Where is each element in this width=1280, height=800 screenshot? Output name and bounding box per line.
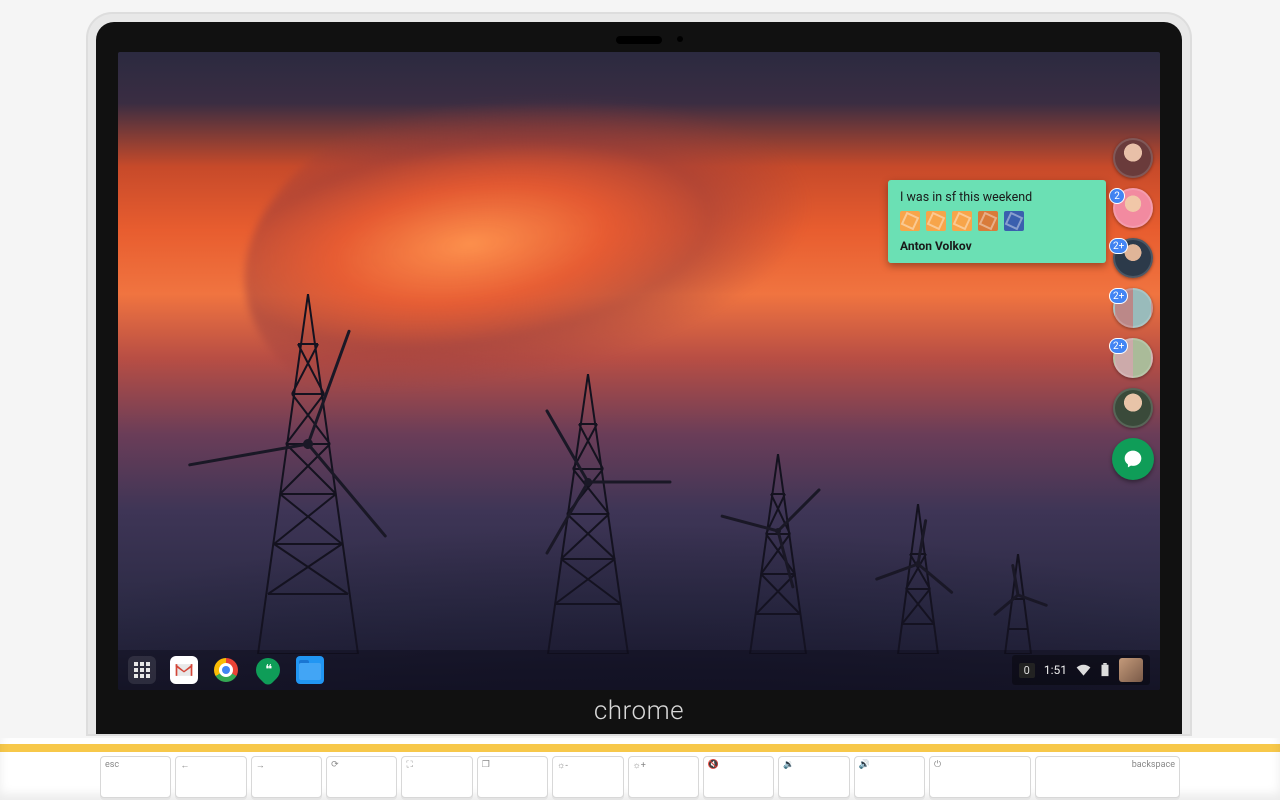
laptop-frame: I was in sf this weekend Anton Volkov 2 … [88,14,1190,734]
webcam-led-icon [677,36,683,42]
key-forward: → [251,756,322,798]
attachment-thumb-icon [926,211,946,231]
key-refresh: ⟳ [326,756,397,798]
chat-head-contact[interactable]: 2 [1113,188,1153,228]
key-power: ⏻ [929,756,1031,798]
laptop-bezel: I was in sf this weekend Anton Volkov 2 … [96,22,1182,734]
chat-head-group[interactable]: 2+ [1113,338,1153,378]
unread-badge: 2+ [1109,238,1128,254]
files-app-button[interactable] [296,656,324,684]
hangouts-icon: ❝ [251,653,285,687]
gmail-app-button[interactable] [170,656,198,684]
chat-head-contact[interactable] [1113,138,1153,178]
key-brightness-down: ☼- [552,756,623,798]
unread-badge: 2 [1109,188,1125,204]
key-vol-up: 🔊 [854,756,925,798]
chat-head-contact[interactable] [1113,388,1153,428]
hangouts-notification[interactable]: I was in sf this weekend Anton Volkov [888,180,1106,263]
chat-head-group[interactable]: 2+ [1113,288,1153,328]
key-back: ← [175,756,246,798]
desktop-screen[interactable]: I was in sf this weekend Anton Volkov 2 … [118,52,1160,690]
wifi-icon [1076,664,1091,676]
apps-grid-icon [134,662,150,678]
attachment-thumb-icon [900,211,920,231]
key-esc: esc [100,756,171,798]
hangouts-app-button[interactable]: ❝ [254,656,282,684]
attachment-thumb-icon [978,211,998,231]
key-backspace: backspace [1035,756,1180,798]
key-vol-down: 🔉 [778,756,849,798]
attachment-thumb-icon [1004,211,1024,231]
webcam-icon [616,36,662,44]
key-fullscreen: ⛶ [401,756,472,798]
battery-icon [1100,663,1110,677]
clock: 1:51 [1044,663,1067,677]
notifications-count: 0 [1019,663,1035,678]
key-mute: 🔇 [703,756,774,798]
hangouts-button[interactable] [1112,438,1154,480]
chrome-app-button[interactable] [212,656,240,684]
hangouts-chat-heads: 2 2+ 2+ 2+ [1112,138,1154,480]
user-avatar [1119,658,1143,682]
unread-badge: 2+ [1109,288,1128,304]
gmail-icon [174,662,194,678]
device-brand-label: chrome [594,696,684,726]
notification-message: I was in sf this weekend [900,190,1094,205]
chrome-icon [214,658,238,682]
attachment-thumb-icon [952,211,972,231]
keyboard: esc ← → ⟳ ⛶ ❐ ☼- ☼+ 🔇 🔉 🔊 ⏻ backspace [0,738,1280,800]
key-brightness-up: ☼+ [628,756,699,798]
shelf-taskbar: ❝ 0 1:51 [118,650,1160,690]
notification-attachments [900,211,1094,231]
unread-badge: 2+ [1109,338,1128,354]
notification-sender: Anton Volkov [900,239,1094,253]
chat-head-contact[interactable]: 2+ [1113,238,1153,278]
system-tray[interactable]: 0 1:51 [1012,655,1150,685]
app-launcher-button[interactable] [128,656,156,684]
key-overview: ❐ [477,756,548,798]
